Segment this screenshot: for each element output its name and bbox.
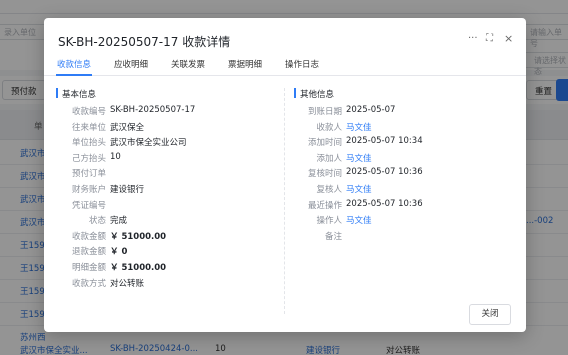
close-button[interactable]: 关闭 [469, 304, 511, 325]
field-label: 添加时间 [307, 138, 342, 149]
tab-receivable-detail[interactable]: 应收明细 [114, 58, 148, 70]
section-marker [294, 88, 296, 98]
field-label: 收款方式 [71, 278, 106, 289]
field-label: 财务账户 [71, 185, 106, 195]
field-label: 状态 [88, 216, 106, 227]
field-label: 收款编号 [71, 107, 106, 117]
receipt-detail-modal: SK-BH-20250507-17 收款详情 ··· ⛶ × 收款信息 应收明细… [44, 18, 526, 332]
field-value: 完成 [110, 216, 128, 227]
tab-bar: 收款信息 应收明细 关联发票 票据明细 操作日志 [44, 54, 526, 76]
modal-title: SK-BH-20250507-17 收款详情 [58, 35, 231, 49]
field-label: 己方抬头 [71, 153, 106, 164]
field-label: 单位抬头 [71, 138, 106, 149]
tab-bill-detail[interactable]: 票据明细 [228, 58, 262, 70]
expand-icon[interactable]: ⛶ [486, 33, 493, 44]
field-label: 往来单位 [71, 122, 106, 133]
field-label: 到账日期 [307, 107, 342, 117]
active-tab-indicator [56, 74, 92, 76]
field-label: 最近操作 [307, 200, 342, 211]
other-info-title: 其他信息 [300, 90, 335, 100]
field-label: 明细金额 [71, 263, 106, 273]
field-value: ￥ 0 [110, 247, 128, 258]
field-value[interactable]: 马文佳 [346, 121, 372, 133]
field-label: 收款金额 [71, 231, 106, 242]
tab-receipt-info[interactable]: 收款信息 [57, 58, 91, 70]
field-label: 添加人 [316, 153, 342, 164]
field-value: 建设银行 [110, 185, 145, 195]
field-label: 复核时间 [307, 169, 342, 180]
field-label: 复核人 [316, 185, 342, 195]
field-value: 武汉市保全实业公司 [110, 138, 187, 149]
close-icon[interactable]: × [504, 32, 513, 45]
field-value: 对公转账 [110, 278, 145, 289]
basic-info-title: 基本信息 [62, 90, 97, 100]
field-label: 备注 [324, 231, 342, 242]
field-value: ￥ 51000.00 [110, 231, 167, 242]
field-value: 2025-05-07 10:36 [346, 198, 423, 209]
field-value[interactable]: 马文佳 [346, 214, 372, 226]
field-label: 退款金额 [71, 247, 106, 258]
tab-operation-log[interactable]: 操作日志 [285, 58, 319, 70]
field-value: 10 [110, 151, 121, 162]
tab-linked-invoice[interactable]: 关联发票 [171, 58, 205, 70]
more-icon[interactable]: ··· [468, 33, 478, 44]
field-value: SK-BH-20250507-17 [110, 105, 196, 115]
field-label: 操作人 [316, 216, 342, 227]
field-value[interactable]: 马文佳 [346, 183, 372, 195]
field-value: 武汉保全 [110, 122, 145, 133]
field-label: 收款人 [316, 122, 342, 133]
section-marker [56, 88, 58, 98]
field-label: 凭证编号 [71, 200, 106, 211]
field-value: 2025-05-07 [346, 105, 396, 115]
field-value[interactable]: 马文佳 [346, 152, 372, 164]
field-value: 2025-05-07 10:34 [346, 136, 423, 147]
field-value: 2025-05-07 10:36 [346, 167, 423, 178]
field-label: 预付订单 [71, 169, 106, 180]
field-value: ￥ 51000.00 [110, 263, 167, 273]
